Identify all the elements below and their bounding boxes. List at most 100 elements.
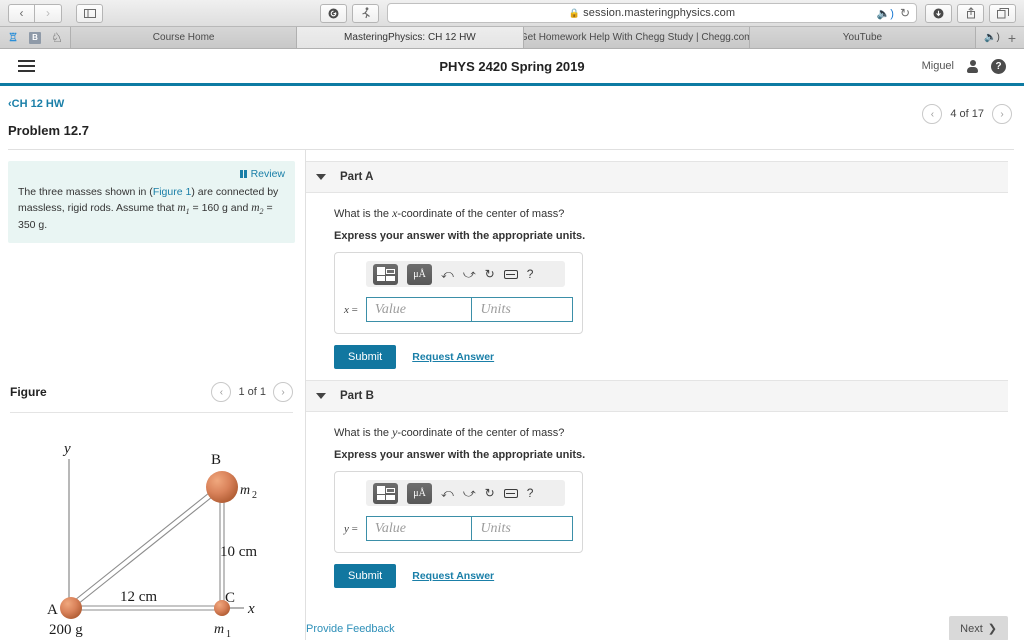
part-a-express: Express your answer with the appropriate… <box>334 230 586 242</box>
user-name-label: Miguel <box>921 60 954 72</box>
problem-statement-text: The three masses shown in (Figure 1) are… <box>18 185 285 233</box>
browser-toolbar: ‹ › 🔒 session.masteringphysics.com 🔈) ↻ <box>0 0 1024 27</box>
figure-diagram[interactable]: y x B m 2 A 200 g C m 1 12 cm 10 cm <box>0 418 306 640</box>
point-b-label: B <box>211 452 221 468</box>
blue-bookmark-icon[interactable]: B <box>24 27 46 49</box>
grammarly-button[interactable] <box>320 3 347 23</box>
extension-button[interactable] <box>352 3 379 23</box>
toolbar-right-buttons <box>925 3 1016 23</box>
question-pre: What is the <box>334 427 393 439</box>
tab-chegg[interactable]: Get Homework Help With Chegg Study | Che… <box>522 27 749 48</box>
m1-value: = 160 g and <box>189 202 252 215</box>
redo-icon[interactable]: ⤻ <box>463 268 476 280</box>
help-icon[interactable]: ? <box>527 267 534 281</box>
downloads-button[interactable] <box>925 3 952 23</box>
download-icon <box>933 8 944 18</box>
tab-audio-icon[interactable]: 🔈) <box>984 32 1000 43</box>
undo-icon[interactable]: ⤺ <box>441 268 454 280</box>
dimension-horizontal-label: 12 cm <box>120 589 157 605</box>
value-placeholder: Value <box>374 301 406 317</box>
keyboard-icon[interactable] <box>503 269 518 279</box>
m2-variable: m <box>251 202 260 215</box>
tab-course-home[interactable]: Course Home <box>70 27 297 48</box>
address-bar-actions: 🔈) ↻ <box>877 6 916 20</box>
tab-overview-button[interactable] <box>989 3 1016 23</box>
y-axis-label: y <box>62 441 71 457</box>
part-a-submit-button[interactable]: Submit <box>334 345 397 369</box>
figure-next-button[interactable]: › <box>273 382 293 402</box>
footer-row: Provide Feedback Next ❯ <box>306 616 1008 640</box>
question-post: -coordinate of the center of mass? <box>397 208 565 220</box>
value-placeholder: Value <box>374 520 406 536</box>
units-icon[interactable]: μÅ <box>407 482 432 504</box>
part-b-express: Express your answer with the appropriate… <box>334 449 586 461</box>
forward-button[interactable]: › <box>35 3 62 23</box>
sidebar-button[interactable] <box>76 3 103 23</box>
problem-next-button[interactable]: › <box>992 104 1012 124</box>
page-title: PHYS 2420 Spring 2019 <box>439 58 585 74</box>
chevron-right-icon: ❯ <box>987 623 997 635</box>
provide-feedback-link[interactable]: Provide Feedback <box>306 623 395 635</box>
x-axis-label: x <box>247 601 255 617</box>
crest-bookmark-icon[interactable]: ♘ <box>46 27 68 49</box>
problem-pager-label: 4 of 17 <box>950 108 984 120</box>
part-b-request-answer-link[interactable]: Request Answer <box>412 570 494 582</box>
mass-c-subscript: 1 <box>226 629 231 640</box>
address-bar-text: 🔒 session.masteringphysics.com <box>388 7 916 19</box>
reload-icon[interactable]: ↻ <box>900 6 910 20</box>
part-b-units-input[interactable]: Units <box>471 516 573 541</box>
person-icon[interactable] <box>967 59 978 73</box>
next-button-label: Next <box>960 622 983 635</box>
part-b-value-input[interactable]: Value <box>365 516 472 541</box>
part-a-units-input[interactable]: Units <box>471 297 573 322</box>
units-placeholder: Units <box>480 520 511 536</box>
undo-icon[interactable]: ⤺ <box>441 487 454 499</box>
next-button[interactable]: Next ❯ <box>949 616 1008 640</box>
weebly-bookmark-icon[interactable]: ♖ <box>2 27 24 49</box>
navigation-buttons: ‹ › <box>8 3 62 23</box>
share-button[interactable] <box>957 3 984 23</box>
part-a-request-answer-link[interactable]: Request Answer <box>412 351 494 363</box>
part-a-body: What is the x-coordinate of the center o… <box>306 193 1024 369</box>
caret-down-icon[interactable] <box>316 174 326 180</box>
sidebar-icon <box>83 8 96 18</box>
problem-prev-button[interactable]: ‹ <box>922 104 943 124</box>
part-b-submit-button[interactable]: Submit <box>334 564 397 588</box>
tab-masteringphysics[interactable]: MasteringPhysics: CH 12 HW <box>296 27 523 48</box>
breadcrumb-ch12hw-link[interactable]: ‹CH 12 HW <box>8 98 64 110</box>
part-b-header[interactable]: Part B <box>306 380 1008 412</box>
back-button[interactable]: ‹ <box>8 3 35 23</box>
help-icon[interactable]: ? <box>527 486 534 500</box>
caret-down-icon[interactable] <box>316 393 326 399</box>
mass-b-ball <box>206 471 238 503</box>
address-bar[interactable]: 🔒 session.masteringphysics.com 🔈) ↻ <box>387 3 917 23</box>
part-a-input-row: x = Value Units <box>344 297 573 322</box>
redo-icon[interactable]: ⤻ <box>463 487 476 499</box>
tab-bar-actions: 🔈) + <box>975 27 1024 48</box>
keyboard-icon[interactable] <box>503 488 518 498</box>
units-icon[interactable]: μÅ <box>407 263 432 285</box>
question-mark-icon[interactable]: ? <box>991 58 1006 74</box>
part-a-question: What is the x-coordinate of the center o… <box>334 206 1024 221</box>
question-pre: What is the <box>334 208 393 220</box>
figure-1-link[interactable]: Figure 1 <box>153 186 192 198</box>
part-b-answer-box: μÅ ⤺ ⤻ ↻ ? y = Value Units <box>334 471 583 553</box>
part-b-label: Part B <box>340 390 374 402</box>
audio-playing-icon[interactable]: 🔈) <box>877 7 894 20</box>
template-icon[interactable] <box>373 263 398 285</box>
figure-prev-button[interactable]: ‹ <box>211 382 232 402</box>
review-link[interactable]: Review <box>18 168 285 180</box>
reset-icon[interactable]: ↻ <box>485 268 495 280</box>
lock-icon: 🔒 <box>568 8 581 18</box>
point-a-label: A <box>47 602 58 618</box>
tab-youtube[interactable]: YouTube <box>748 27 976 48</box>
reset-icon[interactable]: ↻ <box>485 487 495 499</box>
tab-overview-icon <box>996 7 1009 18</box>
template-icon[interactable] <box>373 482 398 504</box>
tab-label: Course Home <box>152 32 215 43</box>
new-tab-button[interactable]: + <box>1008 30 1016 46</box>
part-b-answer-toolbar: μÅ ⤺ ⤻ ↻ ? <box>366 480 565 506</box>
part-a-header[interactable]: Part A <box>306 161 1008 193</box>
part-a-value-input[interactable]: Value <box>365 297 472 322</box>
book-icon <box>239 170 247 178</box>
